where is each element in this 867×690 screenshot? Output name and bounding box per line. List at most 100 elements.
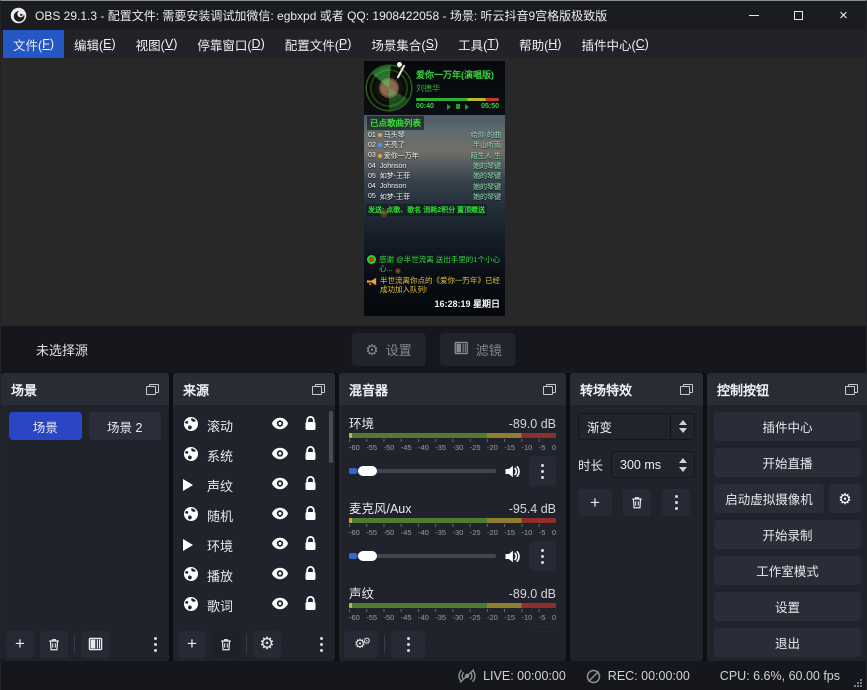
menu-item[interactable]: 停靠窗口(D) bbox=[187, 30, 274, 58]
remove-transition-button[interactable] bbox=[623, 489, 651, 516]
scenes-panel: 场景 场景 场景 2 + bbox=[1, 373, 169, 661]
scenes-menu-button[interactable] bbox=[146, 631, 164, 658]
obs-window: OBS 29.1.3 - 配置文件: 需要安装调试加微信: egbxpd 或者 … bbox=[0, 0, 867, 690]
eye-icon bbox=[271, 477, 289, 493]
channel-menu-button[interactable] bbox=[529, 456, 556, 486]
eye-icon bbox=[271, 507, 289, 523]
volume-slider[interactable] bbox=[349, 554, 496, 558]
volume-slider[interactable] bbox=[349, 469, 496, 473]
lock-toggle[interactable] bbox=[295, 476, 325, 494]
settings-button[interactable]: 设置 bbox=[714, 592, 861, 621]
spin-up-icon[interactable] bbox=[679, 458, 687, 463]
menu-item[interactable]: 帮助(H) bbox=[509, 30, 571, 58]
menu-item[interactable]: 视图(V) bbox=[126, 30, 188, 58]
add-source-button[interactable]: + bbox=[178, 631, 206, 658]
visibility-toggle[interactable] bbox=[265, 477, 295, 493]
visibility-toggle[interactable] bbox=[265, 567, 295, 583]
duration-spinner[interactable]: 300 ms bbox=[611, 451, 695, 478]
points-notice: 发送: 点歌、歌名 消耗2积分 置顶赠送 bbox=[366, 204, 487, 216]
channel-menu-button[interactable] bbox=[529, 541, 556, 571]
source-properties-button[interactable]: ⚙ 设置 bbox=[351, 333, 425, 366]
chat-message: 半世流离你点的《爱你一万年》已经成功加入队列! bbox=[367, 276, 502, 294]
source-properties-gear-button[interactable]: ⚙ bbox=[253, 631, 281, 658]
add-transition-button[interactable]: + bbox=[578, 489, 612, 516]
advanced-audio-button[interactable]: ⚙⚙ bbox=[344, 631, 378, 658]
lock-toggle[interactable] bbox=[295, 596, 325, 614]
lock-toggle[interactable] bbox=[295, 416, 325, 434]
scene-item[interactable]: 场景 bbox=[9, 412, 82, 440]
sources-scrollbar[interactable] bbox=[329, 411, 333, 463]
channel-db: -89.0 dB bbox=[509, 417, 556, 431]
scene-filters-button[interactable] bbox=[81, 631, 109, 658]
note-icon bbox=[378, 154, 382, 158]
menu-item[interactable]: 工具(T) bbox=[448, 30, 509, 58]
mixer-menu-button[interactable] bbox=[391, 631, 425, 658]
filter-icon bbox=[454, 341, 469, 358]
start-streaming-button[interactable]: 开始直播 bbox=[714, 448, 861, 477]
channel-name: 麦克风/Aux bbox=[349, 498, 412, 517]
remove-scene-button[interactable] bbox=[40, 631, 68, 658]
visibility-toggle[interactable] bbox=[265, 447, 295, 463]
add-scene-button[interactable]: + bbox=[6, 631, 34, 658]
plugin-center-button[interactable]: 插件中心 bbox=[714, 412, 861, 441]
dock-panels: 场景 场景 场景 2 + bbox=[1, 373, 866, 661]
source-row[interactable]: 播放 bbox=[173, 560, 335, 590]
sources-menu-button[interactable] bbox=[312, 631, 330, 658]
studio-mode-button[interactable]: 工作室模式 bbox=[714, 556, 861, 585]
chevron-down-icon bbox=[679, 428, 687, 433]
menu-item[interactable]: 插件中心(C) bbox=[571, 30, 658, 58]
source-row[interactable]: 系统 bbox=[173, 440, 335, 470]
visibility-toggle[interactable] bbox=[265, 417, 295, 433]
song-artist: 刘德华 bbox=[416, 83, 440, 94]
slider-handle[interactable] bbox=[358, 551, 377, 561]
meter-scale: -60-55-50-45-40-35-30-25-20-15-10-50 bbox=[349, 528, 556, 537]
minimize-button[interactable] bbox=[731, 1, 776, 30]
speaker-icon[interactable] bbox=[504, 549, 521, 564]
controls-panel-header[interactable]: 控制按钮 bbox=[707, 373, 867, 405]
visibility-toggle[interactable] bbox=[265, 507, 295, 523]
exit-button[interactable]: 退出 bbox=[714, 628, 861, 657]
lock-toggle[interactable] bbox=[295, 506, 325, 524]
resize-grip[interactable] bbox=[854, 679, 862, 687]
menu-item[interactable]: 场景集合(S) bbox=[361, 30, 448, 58]
transitions-panel-header[interactable]: 转场特效 bbox=[570, 373, 703, 405]
transition-select[interactable]: 渐变 bbox=[578, 413, 695, 440]
source-filters-button[interactable]: 滤镜 bbox=[440, 333, 516, 366]
lock-toggle[interactable] bbox=[295, 446, 325, 464]
mixer-panel-header[interactable]: 混音器 bbox=[339, 373, 566, 405]
menu-item[interactable]: 文件(F) bbox=[3, 30, 64, 58]
select-chevrons[interactable] bbox=[670, 414, 694, 439]
broadcast-off-icon bbox=[458, 668, 476, 684]
kebab-icon bbox=[320, 643, 323, 646]
remove-source-button[interactable] bbox=[212, 631, 240, 658]
volume-meter bbox=[349, 518, 556, 523]
spin-down-icon[interactable] bbox=[679, 467, 687, 472]
source-row[interactable]: 声纹 bbox=[173, 470, 335, 500]
start-recording-button[interactable]: 开始录制 bbox=[714, 520, 861, 549]
scenes-panel-header[interactable]: 场景 bbox=[1, 373, 169, 405]
source-row[interactable]: 环境 bbox=[173, 530, 335, 560]
visibility-toggle[interactable] bbox=[265, 597, 295, 613]
video-preview: 爱你一万年(演唱版) 刘德华 00:40 05:50 已点歌曲列表 01马头琴 … bbox=[364, 61, 505, 316]
source-row[interactable]: 滚动 bbox=[173, 410, 335, 440]
lock-toggle[interactable] bbox=[295, 566, 325, 584]
menu-item[interactable]: 配置文件(P) bbox=[275, 30, 362, 58]
transition-menu-button[interactable] bbox=[662, 489, 690, 516]
browser-source-icon bbox=[183, 416, 199, 435]
maximize-button[interactable] bbox=[776, 1, 821, 30]
source-row[interactable]: 歌词 bbox=[173, 590, 335, 620]
menu-item[interactable]: 编辑(E) bbox=[64, 30, 126, 58]
source-row[interactable]: 随机 bbox=[173, 500, 335, 530]
virtual-camera-settings-button[interactable]: ⚙ bbox=[829, 484, 861, 513]
slider-handle[interactable] bbox=[358, 466, 377, 476]
start-virtual-camera-button[interactable]: 启动虚拟摄像机 bbox=[714, 484, 824, 513]
speaker-icon[interactable] bbox=[504, 464, 521, 479]
meter-scale: -60-55-50-45-40-35-30-25-20-15-10-50 bbox=[349, 613, 556, 622]
gift-badge-icon bbox=[367, 255, 376, 264]
lock-toggle[interactable] bbox=[295, 536, 325, 554]
close-button[interactable]: × bbox=[821, 1, 866, 30]
scene-item[interactable]: 场景 2 bbox=[89, 412, 162, 440]
visibility-toggle[interactable] bbox=[265, 537, 295, 553]
preview-area[interactable]: 爱你一万年(演唱版) 刘德华 00:40 05:50 已点歌曲列表 01马头琴 … bbox=[1, 58, 866, 326]
sources-panel-header[interactable]: 来源 bbox=[173, 373, 335, 405]
